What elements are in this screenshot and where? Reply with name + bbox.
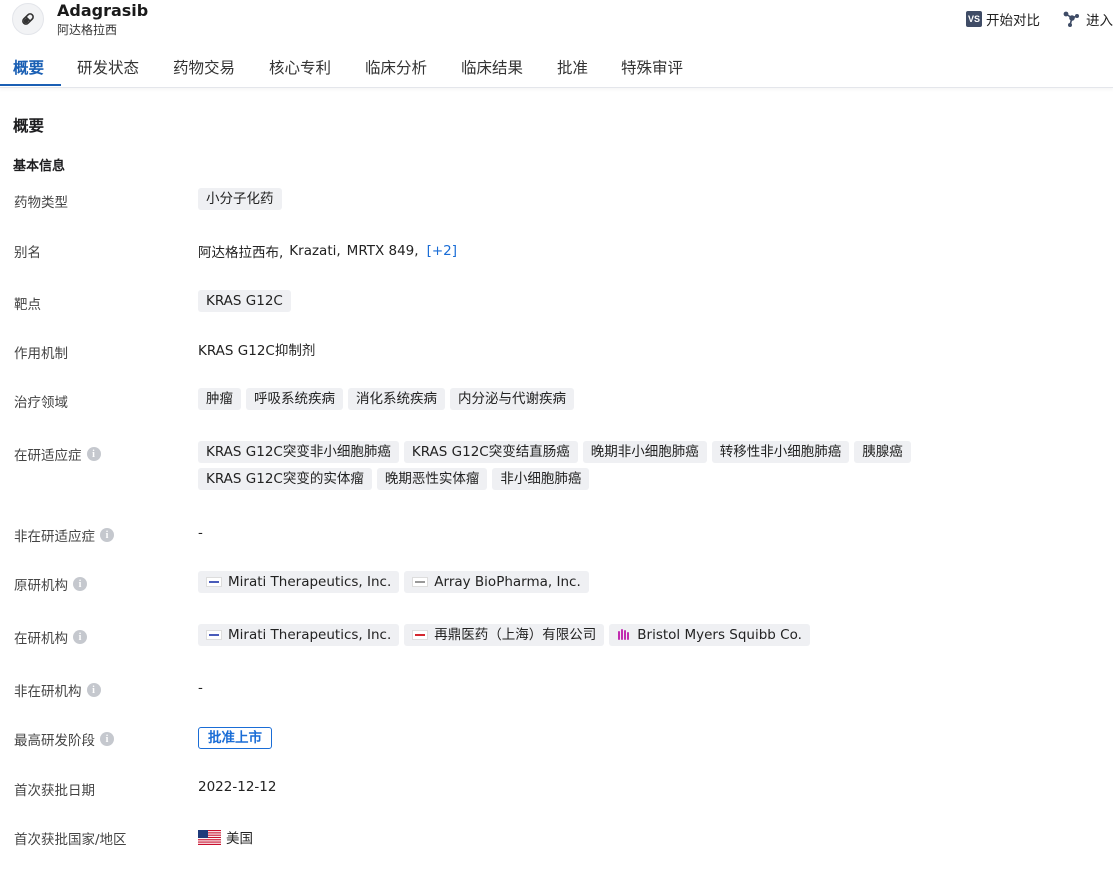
label-alias: 别名: [14, 245, 41, 261]
value-first-approval-country: 美国: [198, 827, 253, 847]
chip: 晚期非小细胞肺癌: [582, 441, 707, 463]
label-text: 非在研适应症: [14, 529, 95, 545]
target-chip[interactable]: KRAS G12C: [198, 290, 291, 312]
chip: KRAS G12C突变非小细胞肺癌: [198, 441, 399, 463]
org-chip[interactable]: Mirati Therapeutics, Inc.: [198, 624, 400, 646]
array-biopharma-logo-icon: [412, 577, 429, 587]
chip: 晚期恶性实体瘤: [376, 468, 488, 490]
chip: KRAS G12C突变的实体瘤: [198, 468, 372, 490]
org-name: 再鼎医药（上海）有限公司: [434, 627, 597, 643]
info-icon[interactable]: i: [86, 683, 101, 697]
pill-icon: [12, 3, 44, 35]
tab-clinical-results[interactable]: 临床结果: [461, 56, 523, 78]
value-originator: Mirati Therapeutics, Inc. Array BioPharm…: [198, 571, 594, 593]
tab-approval[interactable]: 批准: [557, 56, 588, 78]
value-inactive-indications: -: [198, 525, 203, 541]
value-alias: 阿达格拉西布, Krazati, MRTX 849, [+2]: [198, 241, 457, 261]
bms-logo-icon: [617, 628, 631, 642]
country-name: 美国: [226, 831, 253, 847]
tab-bar: 概要 研发状态 药物交易 核心专利 临床分析 临床结果 批准 特殊审评: [0, 45, 1113, 88]
active-tab-indicator: [0, 84, 61, 86]
org-name: Mirati Therapeutics, Inc.: [228, 627, 392, 643]
phase-badge: 批准上市: [198, 727, 272, 749]
label-inactive-orgs: 非在研机构 i: [14, 680, 101, 700]
molecule-icon: [1062, 10, 1080, 28]
label-first-approval-date: 首次获批日期: [14, 783, 95, 799]
enter-button[interactable]: 进入: [1062, 9, 1113, 29]
chip: 小分子化药: [198, 188, 282, 210]
drug-header: Adagrasib 阿达格拉西 VS 开始对比 进入: [0, 0, 1113, 40]
info-icon[interactable]: i: [73, 577, 87, 591]
mirati-logo-icon: [206, 577, 222, 587]
chip: 肿瘤: [198, 388, 241, 410]
label-first-approval-country: 首次获批国家/地区: [14, 832, 127, 848]
section-title: 概要: [13, 117, 45, 135]
enter-label: 进入: [1086, 13, 1113, 29]
tab-rd-status[interactable]: 研发状态: [77, 56, 139, 78]
tab-patents[interactable]: 核心专利: [269, 56, 331, 78]
alias-item: 阿达格拉西布,: [198, 245, 284, 261]
compare-button[interactable]: VS 开始对比: [966, 9, 1040, 29]
label-text: 在研机构: [14, 631, 68, 647]
label-highest-phase: 最高研发阶段 i: [14, 729, 114, 749]
label-mechanism: 作用机制: [14, 346, 68, 362]
label-active-indications: 在研适应症 i: [14, 444, 101, 464]
compare-label: 开始对比: [986, 13, 1040, 29]
tab-special-review[interactable]: 特殊审评: [621, 56, 683, 78]
tab-clinical-analysis[interactable]: 临床分析: [365, 56, 427, 78]
label-text: 最高研发阶段: [14, 733, 95, 749]
label-target: 靶点: [14, 297, 41, 313]
chip: 非小细胞肺癌: [492, 468, 590, 490]
value-therapeutic-area: 肿瘤 呼吸系统疾病 消化系统疾病 内分泌与代谢疾病: [198, 388, 579, 410]
label-therapeutic-area: 治疗领域: [14, 395, 68, 411]
org-name: Mirati Therapeutics, Inc.: [228, 574, 392, 590]
chip: 呼吸系统疾病: [246, 388, 343, 410]
basic-info-title: 基本信息: [13, 159, 66, 174]
tab-overview[interactable]: 概要: [13, 56, 44, 78]
org-chip[interactable]: 再鼎医药（上海）有限公司: [404, 624, 605, 646]
chip: KRAS G12C突变结直肠癌: [403, 441, 578, 463]
info-icon[interactable]: i: [100, 732, 114, 746]
org-chip[interactable]: Mirati Therapeutics, Inc.: [198, 571, 400, 593]
tab-deals[interactable]: 药物交易: [173, 56, 235, 78]
label-originator: 原研机构 i: [14, 574, 87, 594]
value-mechanism: KRAS G12C抑制剂: [198, 343, 316, 359]
value-first-approval-date: 2022-12-12: [198, 779, 277, 795]
alias-more-link[interactable]: [+2]: [427, 243, 457, 259]
value-target: KRAS G12C: [198, 290, 296, 312]
alias-item: Krazati,: [289, 243, 341, 259]
label-text: 非在研机构: [14, 684, 82, 700]
zai-lab-logo-icon: [412, 630, 429, 640]
info-icon[interactable]: i: [86, 447, 101, 461]
label-active-orgs: 在研机构 i: [14, 627, 87, 647]
drug-name: Adagrasib: [57, 1, 149, 20]
us-flag-icon: [198, 829, 221, 845]
mirati-logo-icon: [206, 630, 222, 640]
label-text: 在研适应症: [14, 448, 82, 464]
info-icon[interactable]: i: [100, 528, 114, 542]
label-drug-type: 药物类型: [14, 195, 68, 211]
chip: 消化系统疾病: [348, 388, 445, 410]
drug-name-cn: 阿达格拉西: [57, 23, 118, 37]
org-chip[interactable]: Array BioPharma, Inc.: [404, 571, 589, 593]
org-name: Bristol Myers Squibb Co.: [637, 627, 802, 643]
org-chip[interactable]: Bristol Myers Squibb Co.: [609, 624, 810, 646]
info-icon[interactable]: i: [73, 630, 87, 644]
chip: 胰腺癌: [854, 441, 911, 463]
chip: 内分泌与代谢疾病: [450, 388, 574, 410]
alias-item: MRTX 849,: [346, 243, 419, 259]
value-active-indications: KRAS G12C突变非小细胞肺癌 KRAS G12C突变结直肠癌 晚期非小细胞…: [198, 441, 938, 490]
label-inactive-indications: 非在研适应症 i: [14, 525, 114, 545]
org-name: Array BioPharma, Inc.: [434, 574, 581, 590]
value-drug-type: 小分子化药: [198, 188, 287, 210]
value-inactive-orgs: -: [198, 680, 203, 696]
chip: 转移性非小细胞肺癌: [711, 441, 850, 463]
value-active-orgs: Mirati Therapeutics, Inc. 再鼎医药（上海）有限公司 B…: [198, 624, 815, 646]
label-text: 原研机构: [14, 578, 68, 594]
value-highest-phase: 批准上市: [198, 727, 272, 749]
vs-icon: VS: [966, 11, 982, 27]
